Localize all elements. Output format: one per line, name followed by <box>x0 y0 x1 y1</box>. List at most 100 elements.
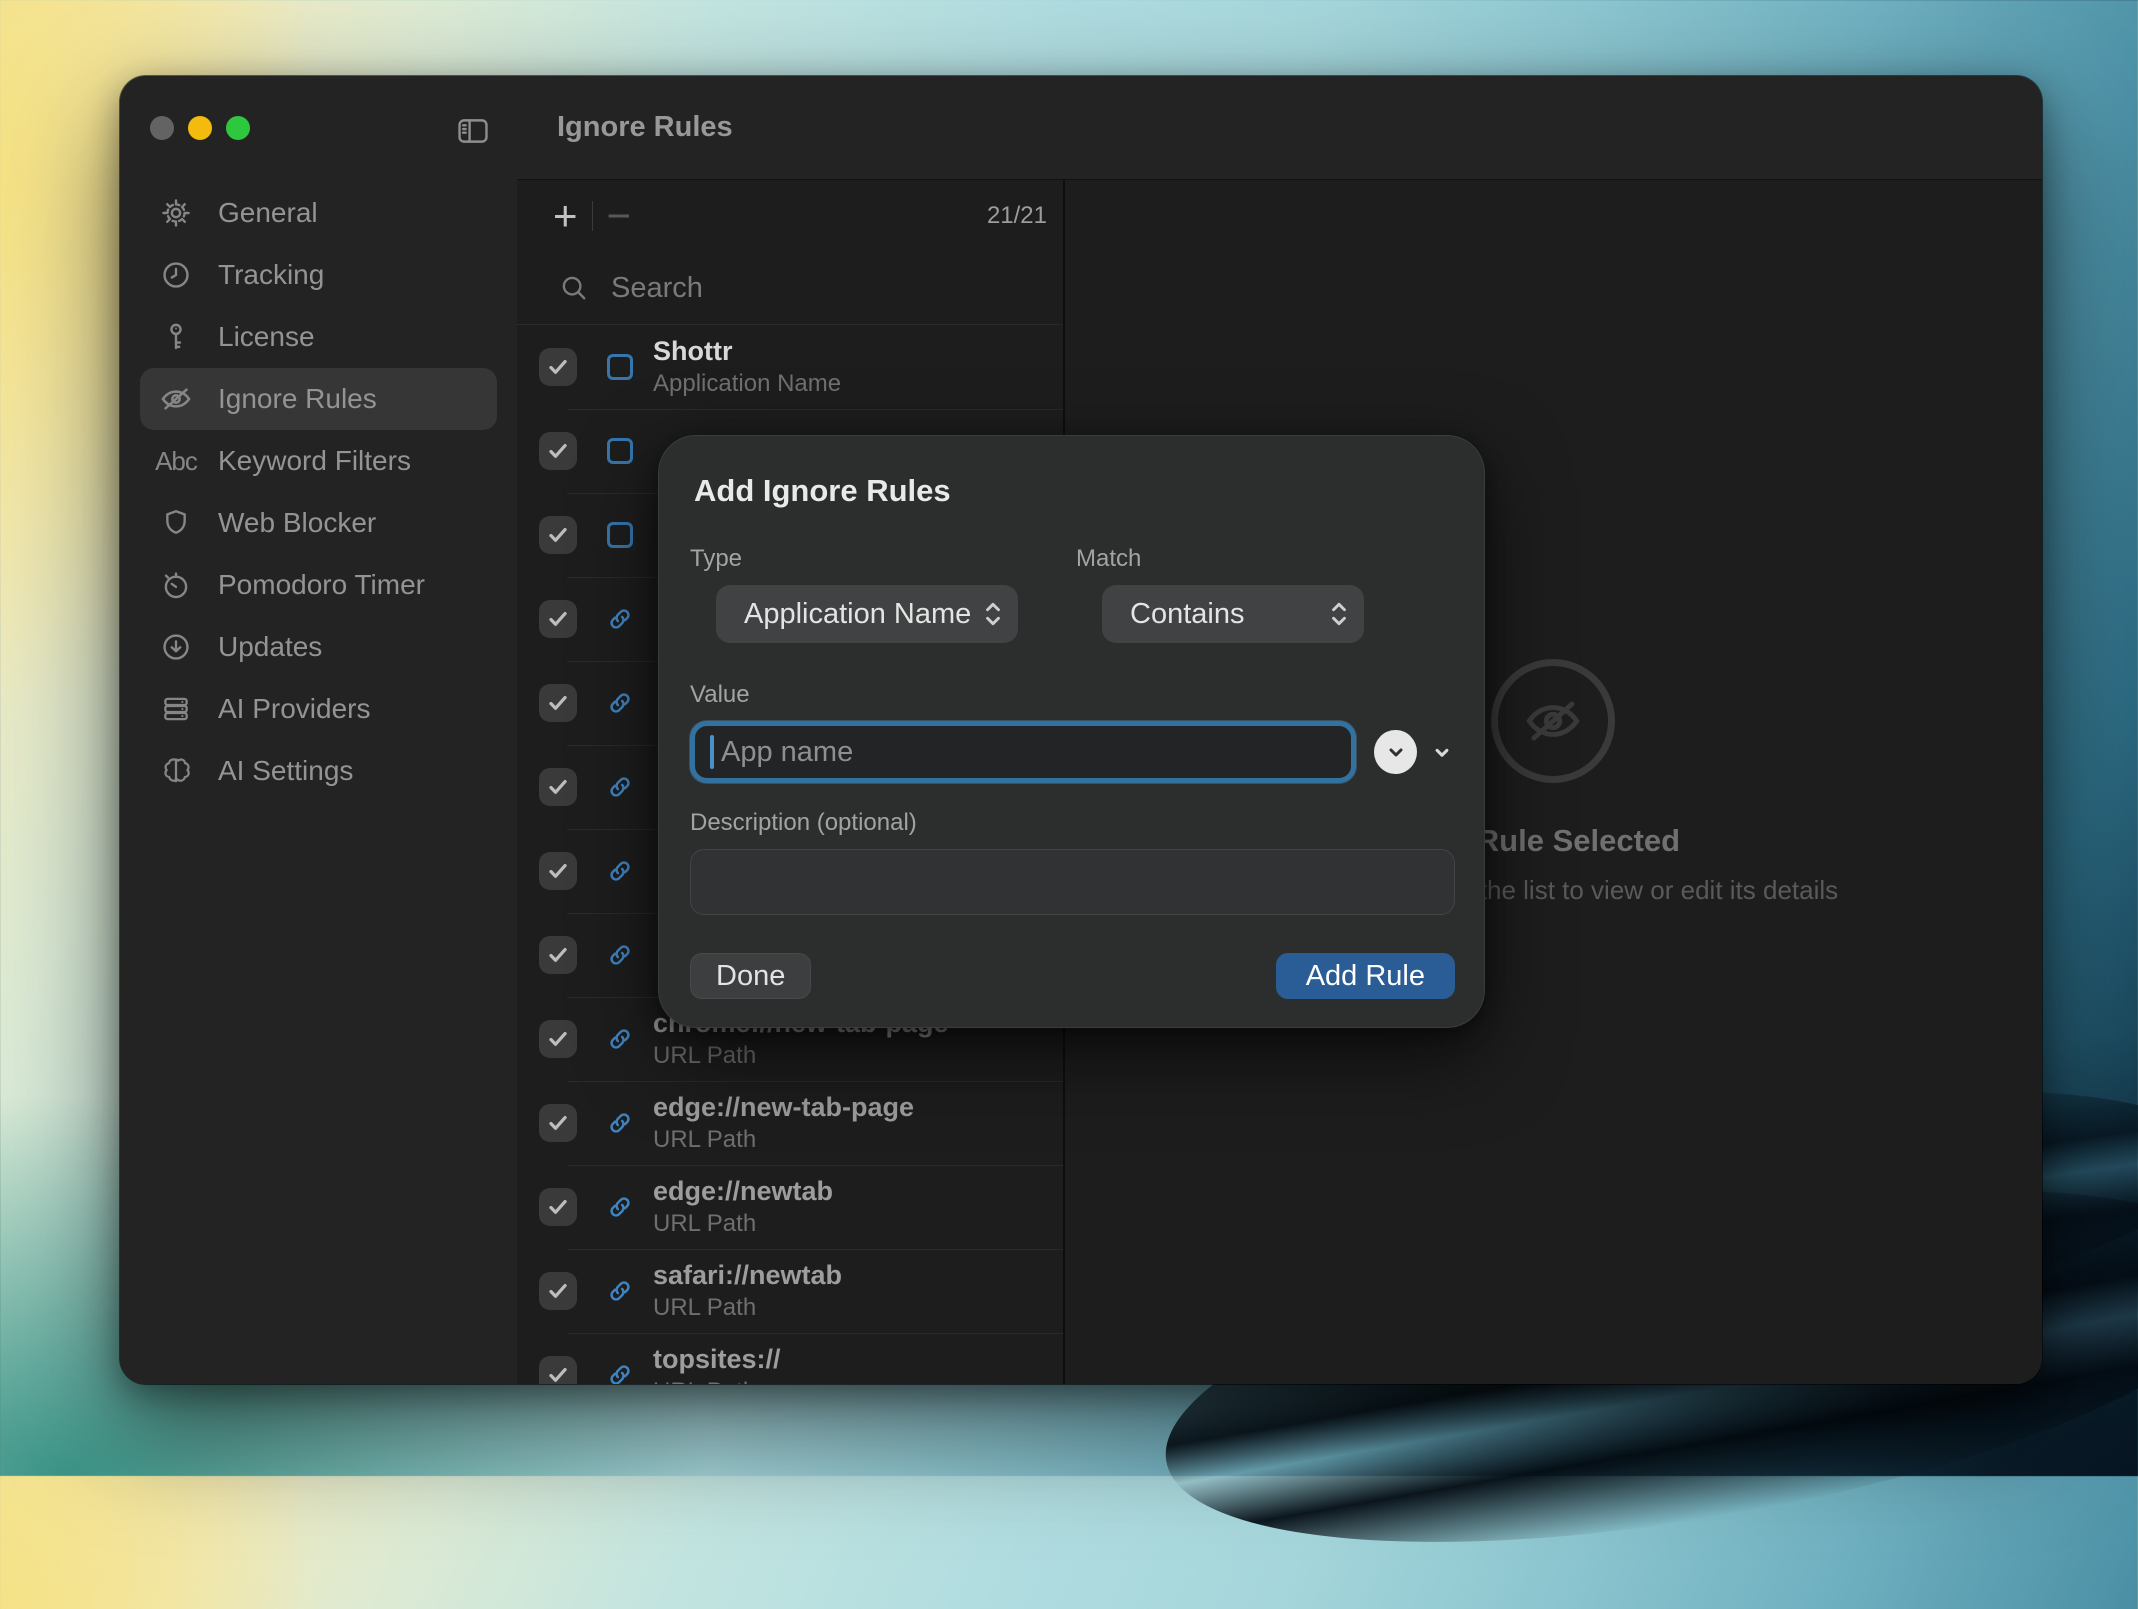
value-field: Value <box>690 681 1455 783</box>
sidebar-item-web-blocker[interactable]: Web Blocker <box>140 492 497 554</box>
sidebar-item-ai-settings[interactable]: AI Settings <box>140 740 497 802</box>
app-window: General Tracking License <box>120 76 2042 1384</box>
value-suggestions-button[interactable] <box>1374 730 1417 774</box>
value-input[interactable] <box>695 736 1351 769</box>
eye-slash-icon <box>1491 659 1615 783</box>
remove-rule-toolbar-button[interactable]: − <box>607 195 632 237</box>
app-type-icon <box>605 520 635 550</box>
description-input[interactable] <box>690 849 1455 915</box>
chevron-down-icon[interactable] <box>1429 739 1455 765</box>
rule-checkbox[interactable] <box>539 1356 577 1384</box>
match-field: Match Contains <box>1076 545 1364 643</box>
timer-icon <box>158 567 194 603</box>
rule-checkbox[interactable] <box>539 852 577 890</box>
rule-checkbox[interactable] <box>539 1188 577 1226</box>
link-icon <box>605 1108 635 1138</box>
rule-subtitle: URL Path <box>653 1378 781 1384</box>
link-icon <box>605 1360 635 1384</box>
rule-title: topsites:// <box>653 1344 781 1375</box>
sidebar-item-updates[interactable]: Updates <box>140 616 497 678</box>
link-icon <box>605 1192 635 1222</box>
link-icon <box>605 856 635 886</box>
rule-row[interactable]: ShottrApplication Name <box>517 325 1063 409</box>
link-icon <box>605 772 635 802</box>
list-toolbar: + − 21/21 <box>517 180 1063 252</box>
sidebar-item-label: Ignore Rules <box>218 383 377 415</box>
rule-checkbox[interactable] <box>539 1272 577 1310</box>
link-icon <box>605 604 635 634</box>
clock-icon <box>158 257 194 293</box>
popup-chevrons-icon <box>1328 597 1350 631</box>
add-rule-toolbar-button[interactable]: + <box>553 195 578 237</box>
rule-subtitle: URL Path <box>653 1210 833 1238</box>
sidebar-item-label: General <box>218 197 318 229</box>
rule-row[interactable]: safari://newtab URL Path <box>517 1249 1063 1333</box>
rule-checkbox[interactable] <box>539 684 577 722</box>
page-title: Ignore Rules <box>557 111 733 144</box>
sidebar-item-label: Web Blocker <box>218 507 376 539</box>
popup-chevrons-icon <box>982 597 1004 631</box>
sidebar-item-label: Keyword Filters <box>218 445 411 477</box>
rule-checkbox[interactable] <box>539 1104 577 1142</box>
shield-icon <box>158 505 194 541</box>
sidebar-item-label: Updates <box>218 631 322 663</box>
rule-subtitle: URL Path <box>653 1042 949 1070</box>
eye-slash-icon <box>158 381 194 417</box>
sidebar-item-general[interactable]: General <box>140 182 497 244</box>
match-select-value: Contains <box>1130 598 1244 631</box>
rule-title: edge://new-tab-page <box>653 1092 914 1123</box>
rule-checkbox[interactable] <box>539 516 577 554</box>
search-bar[interactable] <box>517 252 1063 325</box>
rule-row[interactable]: topsites:// URL Path <box>517 1333 1063 1384</box>
rule-title: safari://newtab <box>653 1260 842 1291</box>
link-icon <box>605 940 635 970</box>
sidebar-item-ai-providers[interactable]: AI Providers <box>140 678 497 740</box>
search-icon <box>559 273 589 303</box>
match-label: Match <box>1076 545 1364 573</box>
app-type-icon <box>605 352 635 382</box>
rule-checkbox[interactable] <box>539 600 577 638</box>
server-icon <box>158 691 194 727</box>
search-input[interactable] <box>609 271 1039 306</box>
link-icon <box>605 688 635 718</box>
sidebar-item-label: Tracking <box>218 259 324 291</box>
type-label: Type <box>690 545 1018 573</box>
sidebar-toggle-icon[interactable] <box>453 114 493 153</box>
rule-checkbox[interactable] <box>539 936 577 974</box>
sidebar-item-keyword-filters[interactable]: Abc Keyword Filters <box>140 430 497 492</box>
sidebar-item-label: Pomodoro Timer <box>218 569 425 601</box>
abc-icon: Abc <box>158 443 194 479</box>
sidebar-item-tracking[interactable]: Tracking <box>140 244 497 306</box>
link-icon <box>605 1024 635 1054</box>
close-button[interactable] <box>150 116 174 140</box>
sidebar-item-license[interactable]: License <box>140 306 497 368</box>
toolbar-divider <box>592 201 593 231</box>
rule-checkbox[interactable] <box>539 768 577 806</box>
type-select-value: Application Name <box>744 598 971 631</box>
type-field: Type Application Name <box>690 545 1018 643</box>
rule-row[interactable]: edge://new-tab-page URL Path <box>517 1081 1063 1165</box>
rule-row[interactable]: edge://newtabURL Path <box>517 1165 1063 1249</box>
description-field: Description (optional) <box>690 809 1455 915</box>
sidebar: General Tracking License <box>120 76 517 1384</box>
rule-checkbox[interactable] <box>539 1020 577 1058</box>
rule-subtitle: URL Path <box>653 1294 842 1322</box>
done-button[interactable]: Done <box>690 953 811 999</box>
dialog-title: Add Ignore Rules <box>694 473 1455 509</box>
rule-subtitle: URL Path <box>653 1126 914 1154</box>
minimize-button[interactable] <box>188 116 212 140</box>
match-select[interactable]: Contains <box>1102 585 1364 643</box>
sidebar-item-pomodoro-timer[interactable]: Pomodoro Timer <box>140 554 497 616</box>
rule-count: 21/21 <box>987 202 1047 230</box>
rule-checkbox[interactable] <box>539 432 577 470</box>
titlebar: Ignore Rules <box>517 76 2042 180</box>
sidebar-nav: General Tracking License <box>120 182 517 802</box>
rule-subtitle: Application Name <box>653 370 841 398</box>
text-cursor <box>710 735 714 769</box>
sidebar-item-ignore-rules[interactable]: Ignore Rules <box>140 368 497 430</box>
rule-checkbox[interactable] <box>539 348 577 386</box>
add-rule-button[interactable]: Add Rule <box>1276 953 1455 999</box>
zoom-button[interactable] <box>226 116 250 140</box>
type-select[interactable]: Application Name <box>716 585 1018 643</box>
sidebar-item-label: AI Providers <box>218 693 371 725</box>
